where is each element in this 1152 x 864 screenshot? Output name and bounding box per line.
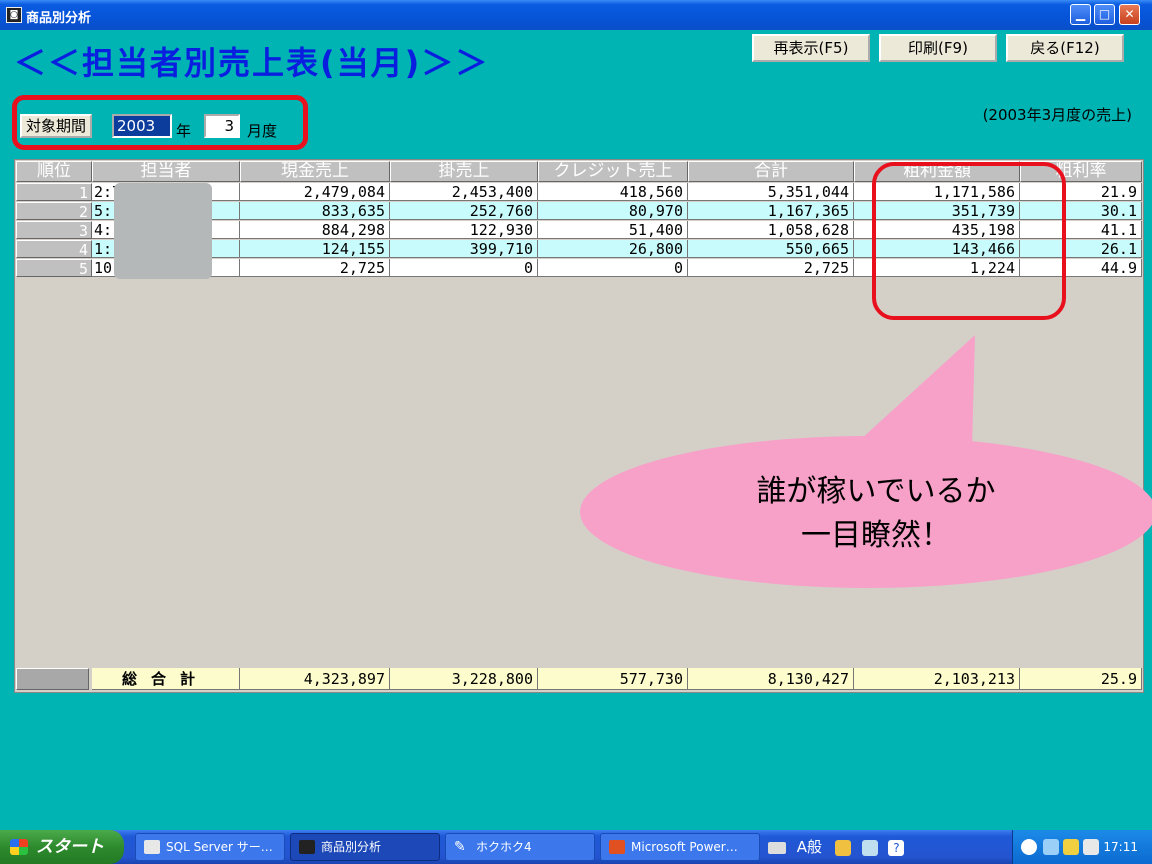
tray-expand-icon[interactable] — [1021, 839, 1037, 855]
ime-dictionary-icon — [861, 839, 878, 856]
taskbar-item-hokuhoku[interactable]: ✎ ホクホク4 — [445, 833, 595, 861]
taskbar-item-label: 商品別分析 — [321, 840, 382, 854]
start-button[interactable]: スタート — [0, 830, 124, 864]
volume-icon[interactable] — [1063, 839, 1079, 855]
taskbar-item-label: ホクホク4 — [476, 840, 532, 854]
callout-balloon — [580, 335, 1152, 588]
taskbar-item-label: SQL Server サー… — [166, 840, 273, 854]
taskbar-item-product-analysis[interactable]: 商品別分析 — [290, 833, 440, 861]
ime-tool-icon — [834, 839, 851, 856]
start-label: スタート — [36, 837, 104, 857]
system-tray: 17:11 — [1012, 830, 1152, 864]
sql-server-icon — [144, 840, 160, 854]
callout-line-2: 一目瞭然！ — [801, 518, 951, 553]
taskbar-item-sql-server[interactable]: SQL Server サー… — [135, 833, 285, 861]
windows-flag-icon — [10, 839, 28, 855]
taskbar-item-powerpoint[interactable]: Microsoft Power… — [600, 833, 760, 861]
help-icon: ? — [888, 839, 905, 856]
taskbar: スタート SQL Server サー… 商品別分析 ✎ ホクホク4 Micros… — [0, 830, 1152, 864]
callout-tail — [860, 335, 975, 450]
powerpoint-icon — [609, 840, 625, 854]
keyboard-icon — [768, 841, 786, 854]
ime-mode[interactable]: A般 — [797, 838, 822, 856]
callout-text: 誰が稼いでいるか 一目瞭然！ — [686, 470, 1066, 558]
ime-bar[interactable]: A般 ? — [764, 833, 1004, 861]
taskbar-item-label: Microsoft Power… — [631, 840, 738, 854]
sql-server-tray-icon[interactable] — [1083, 839, 1099, 855]
app-icon — [299, 840, 315, 854]
callout-line-1: 誰が稼いでいるか — [756, 474, 996, 509]
network-icon[interactable] — [1043, 839, 1059, 855]
clock: 17:11 — [1103, 840, 1138, 854]
app-window: ◙ 商品別分析 ▁ □ ✕ ＜＜担当者別売上表(当月)＞＞ 再表示(F5) 印刷… — [0, 0, 1152, 830]
pen-icon: ✎ — [454, 839, 466, 855]
